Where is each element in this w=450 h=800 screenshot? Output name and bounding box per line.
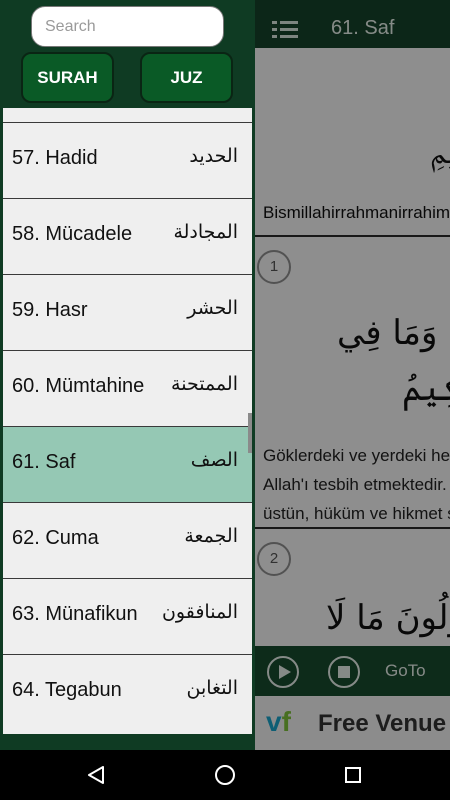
surah-name: 63. Münafikun <box>12 603 138 625</box>
surah-arabic-name: الصف <box>190 449 238 471</box>
list-item[interactable]: 60. Mümtahine الممتحنة <box>3 351 252 427</box>
surah-name: 62. Cuma <box>12 527 99 549</box>
system-nav-bar <box>0 750 450 800</box>
search-input[interactable]: Search <box>31 6 224 47</box>
nav-home-icon[interactable] <box>215 765 235 785</box>
nav-back-icon[interactable] <box>87 766 105 784</box>
surah-arabic-name: الجمعة <box>184 525 238 547</box>
surah-name: 58. Mücadele <box>12 223 133 245</box>
nav-recent-icon[interactable] <box>345 767 361 783</box>
surah-arabic-name: الممتحنة <box>171 373 238 395</box>
list-item[interactable]: 58. Mücadele المجادلة <box>3 199 252 275</box>
list-item[interactable]: 59. Hasr الحشر <box>3 275 252 351</box>
surah-drawer: Search SURAH JUZ 57. Hadid الحديد 58. Mü… <box>0 0 255 750</box>
surah-arabic-name: الحشر <box>187 297 238 319</box>
tab-juz[interactable]: JUZ <box>140 52 233 103</box>
surah-name: 64. Tegabun <box>12 679 122 701</box>
surah-list: 57. Hadid الحديد 58. Mücadele المجادلة 5… <box>3 108 252 734</box>
list-item[interactable]: 64. Tegabun التغابن <box>3 655 252 731</box>
list-item-selected[interactable]: 61. Saf الصف <box>3 427 252 503</box>
surah-name: 60. Mümtahine <box>12 375 145 397</box>
list-item[interactable]: 62. Cuma الجمعة <box>3 503 252 579</box>
surah-arabic-name: المنافقون <box>161 601 238 623</box>
list-item[interactable]: 63. Münafikun المنافقون <box>3 579 252 655</box>
surah-name: 57. Hadid <box>12 147 98 169</box>
list-item[interactable]: 57. Hadid الحديد <box>3 123 252 199</box>
surah-arabic-name: المجادلة <box>173 221 238 243</box>
surah-name: 59. Hasr <box>12 299 88 321</box>
surah-name: 61. Saf <box>12 451 76 473</box>
tab-surah[interactable]: SURAH <box>21 52 114 103</box>
list-item[interactable] <box>3 108 252 123</box>
surah-arabic-name: التغابن <box>186 677 238 699</box>
scrollbar-thumb[interactable] <box>248 413 252 453</box>
surah-arabic-name: الحديد <box>189 145 238 167</box>
